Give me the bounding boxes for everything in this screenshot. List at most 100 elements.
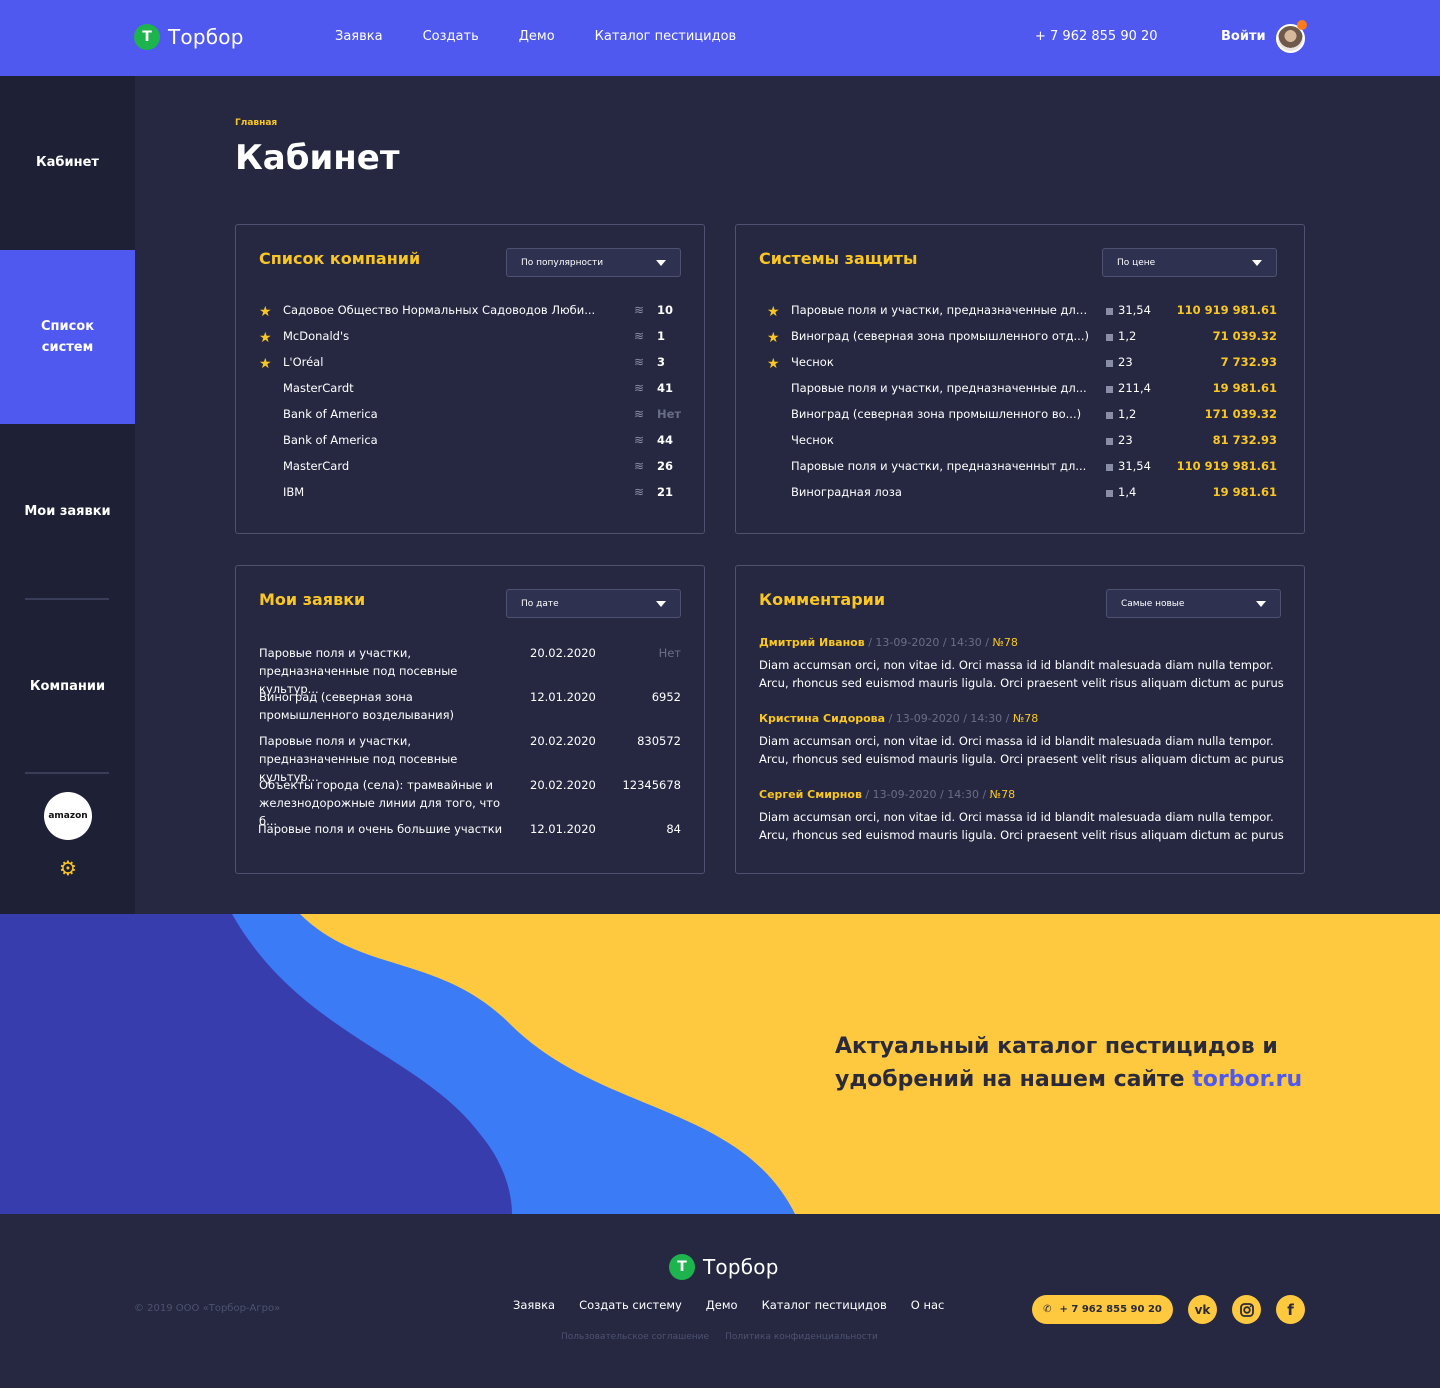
nav-item-catalog[interactable]: Каталог пестицидов xyxy=(595,29,737,44)
footer-nav-about[interactable]: О нас xyxy=(911,1298,945,1312)
footer-nav-catalog[interactable]: Каталог пестицидов xyxy=(762,1298,887,1312)
sidebar-item-label: Компании xyxy=(29,678,106,694)
instagram-icon[interactable] xyxy=(1232,1295,1261,1324)
chevron-down-icon xyxy=(1252,259,1262,266)
layers-icon: ≋ xyxy=(634,381,645,395)
footer-nav-demo[interactable]: Демо xyxy=(706,1298,738,1312)
list-item[interactable]: Bank of America ≋ 44 xyxy=(236,433,704,459)
list-item[interactable]: ★ Чеснок 23 7 732.93 xyxy=(736,355,1304,381)
comment-number[interactable]: №78 xyxy=(992,636,1017,649)
sidebar: Кабинет Список систем Мои заявки Компани… xyxy=(0,76,135,914)
footer-phone-button[interactable]: ✆ + 7 962 855 90 20 xyxy=(1032,1295,1173,1324)
list-item[interactable]: Паровые поля и участки, предназначенныт … xyxy=(736,459,1304,485)
list-item[interactable]: ★ L'Oréal ≋ 3 xyxy=(236,355,704,381)
footer: Т Торбор © 2019 ООО «Торбор-Агро» Заявка… xyxy=(0,1214,1440,1388)
card-title: Мои заявки xyxy=(259,590,366,609)
list-item[interactable]: IBM ≋ 21 xyxy=(236,485,704,511)
request-value: 6952 xyxy=(651,690,681,704)
comment-body: Diam accumsan orci, non vitae id. Orci m… xyxy=(759,734,1284,766)
promo-banner: Актуальный каталог пестицидов и удобрени… xyxy=(0,914,1440,1214)
comment-author[interactable]: Дмитрий Иванов xyxy=(759,636,865,649)
company-logo-amazon[interactable]: amazon xyxy=(44,792,92,840)
company-count: 41 xyxy=(657,381,674,395)
list-item[interactable]: ★ McDonald's ≋ 1 xyxy=(236,329,704,355)
list-item[interactable]: Виноградная лоза 1,4 19 981.61 xyxy=(736,485,1304,511)
list-item[interactable]: ★ Паровые поля и участки, предназначенные… xyxy=(736,303,1304,329)
footer-logo[interactable]: Т Торбор xyxy=(669,1254,779,1280)
area-icon xyxy=(1106,386,1113,393)
comments-sort-select[interactable]: Самые новые xyxy=(1106,589,1281,618)
banner-link[interactable]: torbor.ru xyxy=(1192,1067,1302,1092)
list-item[interactable]: MasterCard ≋ 26 xyxy=(236,459,704,485)
system-name: Чеснок xyxy=(791,355,834,369)
star-icon: ★ xyxy=(767,304,780,320)
system-area: 211,4 xyxy=(1118,381,1151,395)
banner-line-1: Актуальный каталог пестицидов и xyxy=(835,1034,1278,1059)
sidebar-item-systems[interactable]: Список систем xyxy=(0,250,135,424)
area-icon xyxy=(1106,360,1113,367)
list-item[interactable]: MasterCardt ≋ 41 xyxy=(236,381,704,407)
request-date: 12.01.2020 xyxy=(530,822,596,836)
list-item[interactable]: ★ Садовое Общество Нормальных Садоводов Л… xyxy=(236,303,704,329)
comment-meta: Сергей Смирнов / 13-09-2020 / 14:30 / №7… xyxy=(759,786,1284,804)
companies-sort-select[interactable]: По популярности xyxy=(506,248,681,277)
system-area: 31,54 xyxy=(1118,303,1151,317)
requests-sort-select[interactable]: По дате xyxy=(506,589,681,618)
card-title: Список компаний xyxy=(259,249,421,268)
list-item[interactable]: ★ Виноград (северная зона промышленного о… xyxy=(736,329,1304,355)
comment-date: / 13-09-2020 / 14:30 / xyxy=(885,712,1013,725)
nav-item-create[interactable]: Создать xyxy=(423,29,479,44)
list-item[interactable]: Паровые поля и участки, предназначенные … xyxy=(736,381,1304,407)
notification-dot xyxy=(1297,20,1307,30)
logo-icon: Т xyxy=(669,1254,695,1280)
area-icon xyxy=(1106,334,1113,341)
system-area: 1,4 xyxy=(1118,485,1137,499)
comment-number[interactable]: №78 xyxy=(1013,712,1038,725)
sidebar-item-label: Список систем xyxy=(40,319,95,355)
list-item[interactable]: Виноград (северная зона промышленного во… xyxy=(736,407,1304,433)
request-date: 20.02.2020 xyxy=(530,734,596,748)
privacy-policy-link[interactable]: Политика конфиденциальности xyxy=(725,1332,878,1342)
list-item[interactable]: Чеснок 23 81 732.93 xyxy=(736,433,1304,459)
select-value: По дате xyxy=(521,598,559,609)
select-value: Самые новые xyxy=(1121,598,1185,609)
nav-item-request[interactable]: Заявка xyxy=(335,29,383,44)
system-name: Паровые поля и участки, предназначенные … xyxy=(791,381,1087,395)
system-price: 81 732.93 xyxy=(1212,433,1277,447)
top-header: Т Торбор Заявка Создать Демо Каталог пес… xyxy=(0,0,1440,76)
footer-nav-request[interactable]: Заявка xyxy=(513,1298,555,1312)
company-name: Bank of America xyxy=(283,407,378,421)
system-area: 1,2 xyxy=(1118,407,1137,421)
chevron-down-icon xyxy=(656,259,666,266)
system-name: Паровые поля и участки, предназначенные … xyxy=(791,303,1091,317)
select-value: По цене xyxy=(1117,257,1156,268)
logo-text: Торбор xyxy=(703,1255,779,1279)
breadcrumb[interactable]: Главная xyxy=(235,118,277,128)
banner-line-2-text: удобрений на нашем сайте xyxy=(835,1067,1193,1092)
user-agreement-link[interactable]: Пользовательское соглашение xyxy=(561,1332,709,1342)
company-name: L'Oréal xyxy=(283,355,324,369)
comment-number[interactable]: №78 xyxy=(990,788,1015,801)
sidebar-item-requests[interactable]: Мои заявки xyxy=(0,424,135,598)
comment-date: / 13-09-2020 / 14:30 / xyxy=(864,636,993,649)
sidebar-item-companies[interactable]: Компании xyxy=(0,600,135,772)
nav-item-demo[interactable]: Демо xyxy=(519,29,555,44)
layers-icon: ≋ xyxy=(634,459,645,473)
comment-author[interactable]: Кристина Сидорова xyxy=(759,712,885,725)
header-phone[interactable]: + 7 962 855 90 20 xyxy=(1035,29,1158,44)
footer-nav-create-system[interactable]: Создать систему xyxy=(579,1298,682,1312)
systems-sort-select[interactable]: По цене xyxy=(1102,248,1277,277)
area-icon xyxy=(1106,464,1113,471)
gear-icon[interactable]: ⚙ xyxy=(57,857,79,879)
vk-icon[interactable]: vk xyxy=(1188,1295,1217,1324)
login-link[interactable]: Войти xyxy=(1221,29,1266,44)
list-item[interactable]: Bank of America ≋ Нет xyxy=(236,407,704,433)
layers-icon: ≋ xyxy=(634,485,645,499)
request-value: 12345678 xyxy=(622,778,681,792)
comment-author[interactable]: Сергей Смирнов xyxy=(759,788,862,801)
sidebar-item-cabinet[interactable]: Кабинет xyxy=(0,76,135,249)
facebook-icon[interactable]: f xyxy=(1276,1295,1305,1324)
company-count: 10 xyxy=(657,303,674,317)
logo[interactable]: Т Торбор xyxy=(134,24,244,50)
area-icon xyxy=(1106,490,1113,497)
